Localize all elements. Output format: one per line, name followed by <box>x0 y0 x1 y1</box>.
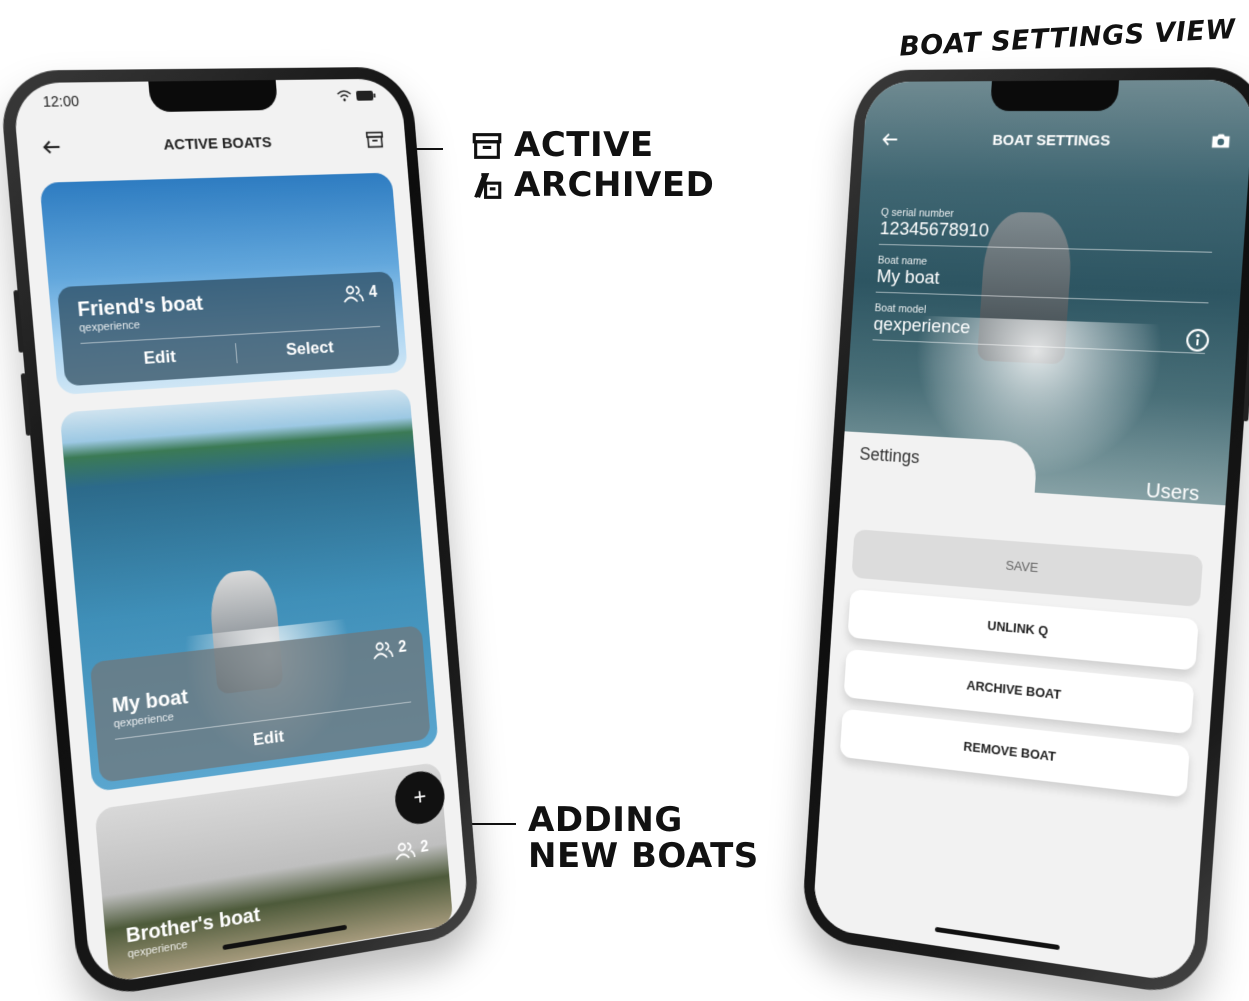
status-time: 12:00 <box>42 93 80 110</box>
page-title: BOAT SETTINGS <box>992 131 1111 149</box>
boat-settings-screen: BOAT SETTINGS Q serial number 1234567891… <box>812 80 1249 985</box>
adding-line-1: ADDING <box>528 803 759 839</box>
phone-boat-settings: BOAT SETTINGS Q serial number 1234567891… <box>801 67 1249 998</box>
edit-button[interactable]: Edit <box>81 343 236 373</box>
users-count: 2 <box>398 639 408 657</box>
tab-users[interactable]: Users <box>1145 480 1200 507</box>
back-arrow-icon[interactable] <box>880 129 902 151</box>
adding-line-2: NEW BOATS <box>528 839 759 875</box>
users-count: 2 <box>420 838 430 857</box>
boat-name-field[interactable]: Boat name My boat <box>876 255 1212 304</box>
users-count: 4 <box>368 284 378 302</box>
notch <box>990 80 1119 111</box>
boat-users-count: 2 <box>372 639 407 660</box>
boat-card[interactable]: My boat qexperience 2 Edit <box>60 389 439 793</box>
boat-settings-view-caption: BOAT SETTINGS VIEW <box>899 14 1237 63</box>
notch <box>148 80 278 112</box>
side-button <box>13 290 24 353</box>
users-icon <box>372 640 394 660</box>
archive-icon <box>470 129 504 163</box>
boat-card-overlay: My boat qexperience 2 Edit <box>90 625 431 783</box>
side-button <box>1243 328 1249 422</box>
app-bar: ACTIVE BOATS <box>16 120 407 169</box>
app-bar: BOAT SETTINGS <box>880 129 1234 153</box>
archive-icon[interactable] <box>364 129 386 151</box>
boat-card-actions: Edit Select <box>80 326 382 373</box>
side-button <box>21 373 32 436</box>
boat-card-overlay: Friend's boat qexperience 4 Edit Select <box>57 271 400 386</box>
active-label: ACTIVE <box>514 128 654 164</box>
users-icon <box>394 840 416 860</box>
battery-icon <box>355 90 376 102</box>
adding-new-boats-label: ADDING NEW BOATS <box>528 803 759 874</box>
select-button[interactable]: Select <box>235 335 382 364</box>
boat-users-count: 2 <box>394 838 429 860</box>
info-icon[interactable] <box>1184 327 1210 353</box>
serial-number-field[interactable]: Q serial number 12345678910 <box>879 207 1215 253</box>
phone-active-boats: 12:00 ACTIVE BOATS Friend's boat qexperi… <box>0 67 481 1001</box>
archived-label: ARCHIVED <box>514 168 714 204</box>
wifi-icon <box>336 90 352 102</box>
active-boats-screen: 12:00 ACTIVE BOATS Friend's boat qexperi… <box>12 79 470 987</box>
active-archived-legend: ACTIVE ARCHIVED <box>470 128 714 203</box>
unarchive-icon <box>470 169 504 203</box>
page-title: ACTIVE BOATS <box>163 134 273 154</box>
camera-icon[interactable] <box>1209 130 1233 153</box>
boat-fields: Q serial number 12345678910 Boat name My… <box>872 207 1215 364</box>
boat-card[interactable]: Friend's boat qexperience 4 Edit Select <box>39 173 407 395</box>
boat-users-count: 4 <box>342 284 378 303</box>
settings-panel: SAVE UNLINK Q ARCHIVE BOAT REMOVE BOAT <box>812 499 1224 984</box>
back-arrow-icon[interactable] <box>40 135 65 158</box>
status-icons <box>336 89 376 105</box>
boat-model-field[interactable]: Boat model qexperience <box>873 302 1208 354</box>
users-icon <box>342 285 364 304</box>
